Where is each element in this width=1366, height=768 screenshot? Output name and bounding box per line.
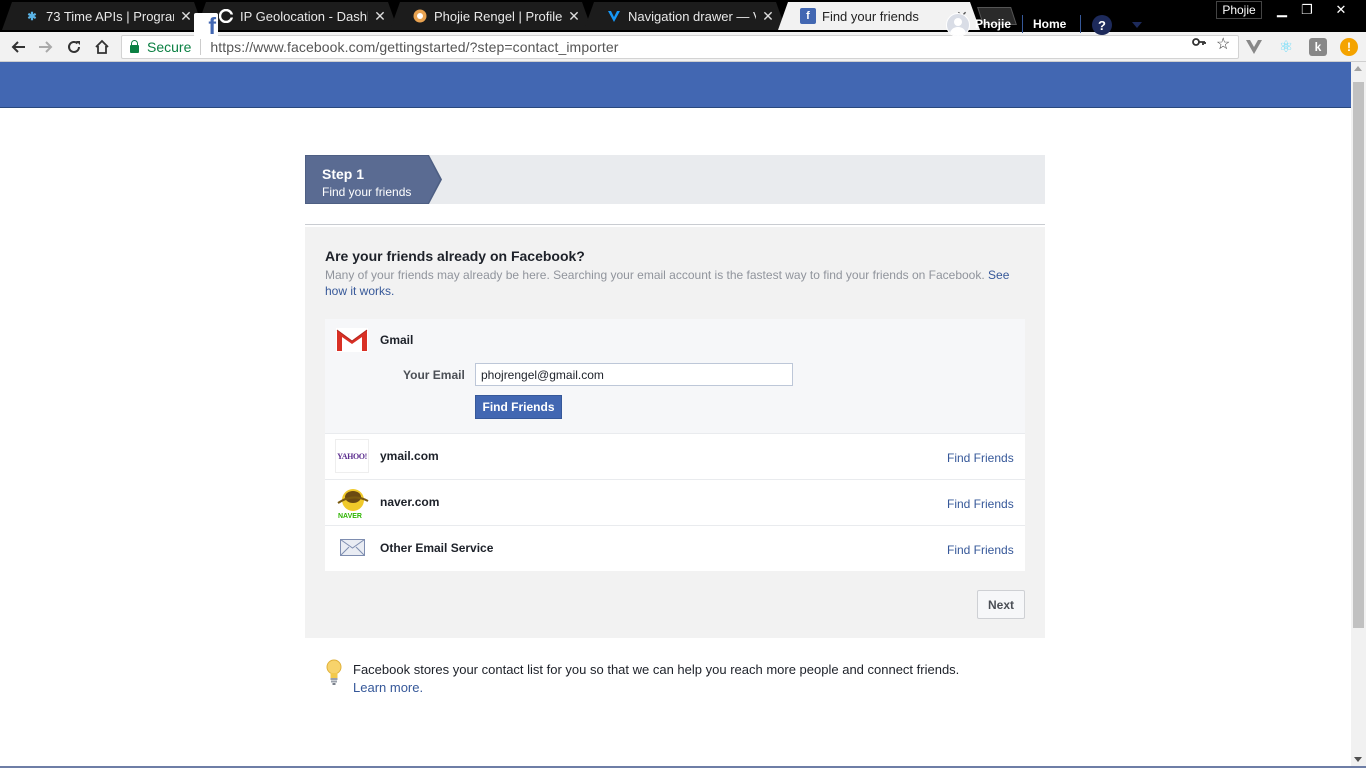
bookmark-star-icon[interactable]: ☆ <box>1216 34 1230 54</box>
facebook-logo-icon[interactable]: f <box>194 13 218 37</box>
envelope-icon <box>340 539 365 556</box>
vuetify-icon <box>606 8 622 24</box>
contact-storage-tip: Facebook stores your contact list for yo… <box>353 662 960 677</box>
close-tab-icon[interactable]: ✕ <box>566 8 582 25</box>
tab-title: IP Geolocation - Dashboa <box>240 8 367 24</box>
url-text: https://www.facebook.com/gettingstarted/… <box>210 39 619 55</box>
row-divider <box>325 433 1025 434</box>
tab-profile[interactable]: Phojie Rengel | Profile ✕ <box>390 2 592 30</box>
programmableweb-icon: ✱ <box>27 10 37 23</box>
secure-label: Secure <box>147 39 192 55</box>
other-email-find-friends-link[interactable]: Find Friends <box>947 543 1014 557</box>
row-divider <box>325 479 1025 480</box>
scroll-down-arrow-icon[interactable] <box>1354 757 1362 762</box>
other-email-label: Other Email Service <box>380 541 494 555</box>
lock-icon <box>130 40 139 53</box>
step-caption: Find your friends <box>322 185 412 199</box>
ymail-label: ymail.com <box>380 449 439 463</box>
tab-title: 73 Time APIs | Programm <box>46 8 173 24</box>
chrome-update-icon[interactable]: ! <box>1340 38 1358 56</box>
vue-devtools-icon[interactable] <box>1245 38 1263 56</box>
scroll-up-arrow-icon[interactable] <box>1354 66 1362 71</box>
tab-vuetify[interactable]: Navigation drawer — Vu ✕ <box>584 2 786 30</box>
scrollbar-thumb[interactable] <box>1353 82 1364 628</box>
forward-arrow-icon[interactable] <box>35 36 57 58</box>
page-scrollbar[interactable] <box>1351 62 1366 768</box>
page-title: Are your friends already on Facebook? <box>325 248 585 264</box>
profile-link[interactable]: Phojie <box>975 17 1011 31</box>
restore-icon[interactable]: ❐ <box>1293 0 1321 20</box>
facebook-icon: f <box>800 8 816 24</box>
lightbulb-icon <box>326 659 342 685</box>
tab-title: Navigation drawer — Vu <box>628 8 756 24</box>
header-divider <box>1080 15 1081 33</box>
react-devtools-icon[interactable]: ⚛ <box>1277 38 1295 56</box>
step-number: Step 1 <box>322 166 365 182</box>
help-icon[interactable]: ? <box>1092 15 1112 35</box>
close-tab-icon[interactable]: ✕ <box>178 8 194 25</box>
home-icon[interactable] <box>91 36 113 58</box>
learn-more-link[interactable]: Learn more. <box>353 679 423 697</box>
key-icon[interactable] <box>1192 35 1206 52</box>
reload-icon[interactable] <box>63 36 85 58</box>
close-tab-icon[interactable]: ✕ <box>760 8 776 25</box>
profile-site-icon <box>412 8 428 24</box>
browser-profile-button[interactable]: Phojie <box>1216 1 1262 19</box>
address-separator <box>200 39 202 55</box>
minimize-icon[interactable]: ▁ <box>1268 0 1296 20</box>
step-divider <box>305 224 1045 225</box>
address-bar[interactable]: Secure https://www.facebook.com/gettings… <box>121 35 1239 59</box>
your-email-label: Your Email <box>403 368 465 382</box>
close-tab-icon[interactable]: ✕ <box>372 8 388 25</box>
home-link[interactable]: Home <box>1033 17 1066 31</box>
ipgeolocation-icon <box>218 8 234 24</box>
gmail-find-friends-button[interactable]: Find Friends <box>475 395 562 419</box>
extension-k-icon[interactable]: k <box>1309 38 1327 56</box>
email-field[interactable] <box>475 363 793 386</box>
gmail-icon <box>336 328 368 352</box>
yahoo-icon: YAHOO! <box>335 439 369 473</box>
next-button[interactable]: Next <box>977 590 1025 619</box>
tab-title: Find your friends <box>822 8 919 24</box>
secure-indicator[interactable]: Secure <box>122 39 191 55</box>
back-arrow-icon[interactable] <box>7 36 29 58</box>
close-window-icon[interactable]: ✕ <box>1326 0 1356 20</box>
importer-description: Many of your friends may already be here… <box>325 267 1025 299</box>
facebook-header <box>0 62 1351 108</box>
ymail-find-friends-link[interactable]: Find Friends <box>947 451 1014 465</box>
tab-time-apis[interactable]: ✱ 73 Time APIs | Programm ✕ <box>2 2 204 30</box>
naver-label: naver.com <box>380 495 440 509</box>
tab-ip-geolocation[interactable]: IP Geolocation - Dashboa ✕ <box>196 2 398 30</box>
account-menu-caret-icon[interactable] <box>1132 22 1142 28</box>
row-divider <box>325 525 1025 526</box>
gmail-label: Gmail <box>380 333 414 347</box>
avatar[interactable] <box>946 13 970 37</box>
naver-find-friends-link[interactable]: Find Friends <box>947 497 1014 511</box>
description-text: Many of your friends may already be here… <box>325 268 985 282</box>
naver-icon: NAVER <box>336 485 370 523</box>
tab-title: Phojie Rengel | Profile <box>434 8 562 24</box>
naver-wordmark: NAVER <box>338 513 362 520</box>
header-divider <box>1022 15 1023 33</box>
